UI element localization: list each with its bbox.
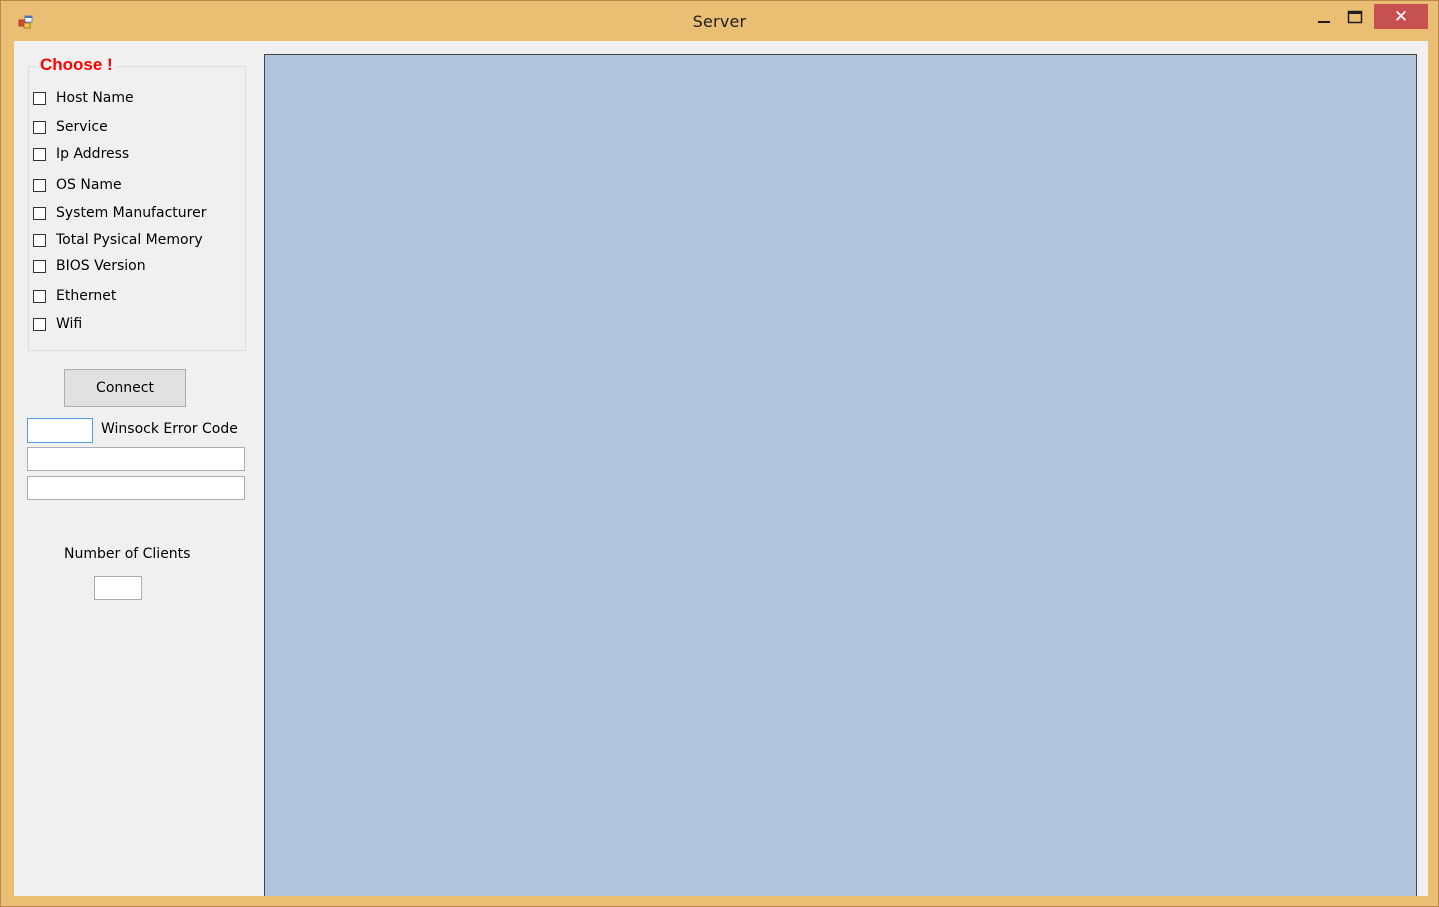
number-of-clients-label: Number of Clients [64, 546, 191, 562]
checkbox-label: Wifi [56, 316, 83, 332]
checkbox-box[interactable] [33, 317, 46, 331]
options-group-title: Choose ! [36, 55, 117, 75]
checkbox-service[interactable]: Service [33, 118, 108, 136]
winsock-status-field-2[interactable] [27, 476, 245, 500]
connect-button[interactable]: Connect [64, 369, 186, 407]
close-button[interactable]: ✕ [1374, 4, 1428, 29]
checkbox-label: Ethernet [56, 288, 117, 304]
form-client-area: Choose ! Host Name Service Ip Address OS… [14, 41, 1428, 896]
checkbox-box[interactable] [33, 178, 46, 192]
maximize-button[interactable] [1341, 4, 1369, 29]
checkbox-bios-version[interactable]: BIOS Version [33, 257, 146, 275]
checkbox-box[interactable] [33, 91, 46, 105]
checkbox-box[interactable] [33, 120, 46, 134]
checkbox-total-physical-memory[interactable]: Total Pysical Memory [33, 231, 203, 249]
close-icon: ✕ [1393, 6, 1409, 27]
checkbox-box[interactable] [33, 289, 46, 303]
checkbox-ethernet[interactable]: Ethernet [33, 287, 116, 305]
checkbox-box[interactable] [33, 259, 46, 273]
checkbox-label: Ip Address [56, 146, 130, 162]
output-panel[interactable] [264, 54, 1417, 896]
window-title: Server [692, 12, 747, 31]
winsock-error-code-input[interactable] [27, 418, 93, 443]
checkbox-label: System Manufacturer [56, 205, 207, 221]
maximize-icon [1347, 10, 1363, 23]
checkbox-label: Host Name [56, 90, 134, 106]
checkbox-host-name[interactable]: Host Name [33, 89, 134, 107]
winsock-error-code-label: Winsock Error Code [101, 421, 238, 437]
checkbox-box[interactable] [33, 147, 46, 161]
title-bar[interactable]: Server ✕ [1, 1, 1438, 41]
server-window: Server ✕ Choose ! Host Name Service Ip A… [0, 0, 1439, 907]
checkbox-ip-address[interactable]: Ip Address [33, 145, 129, 163]
winsock-status-field-1[interactable] [27, 447, 245, 471]
number-of-clients-input[interactable] [94, 576, 142, 600]
checkbox-wifi[interactable]: Wifi [33, 315, 82, 333]
minimize-icon [1318, 20, 1330, 23]
checkbox-os-name[interactable]: OS Name [33, 176, 122, 194]
checkbox-box[interactable] [33, 206, 46, 220]
minimize-button[interactable] [1310, 4, 1338, 29]
checkbox-system-manufacturer[interactable]: System Manufacturer [33, 204, 206, 222]
checkbox-label: Total Pysical Memory [56, 232, 203, 248]
checkbox-label: BIOS Version [56, 258, 146, 274]
checkbox-label: OS Name [56, 177, 122, 193]
checkbox-label: Service [56, 119, 108, 135]
checkbox-box[interactable] [33, 233, 46, 247]
